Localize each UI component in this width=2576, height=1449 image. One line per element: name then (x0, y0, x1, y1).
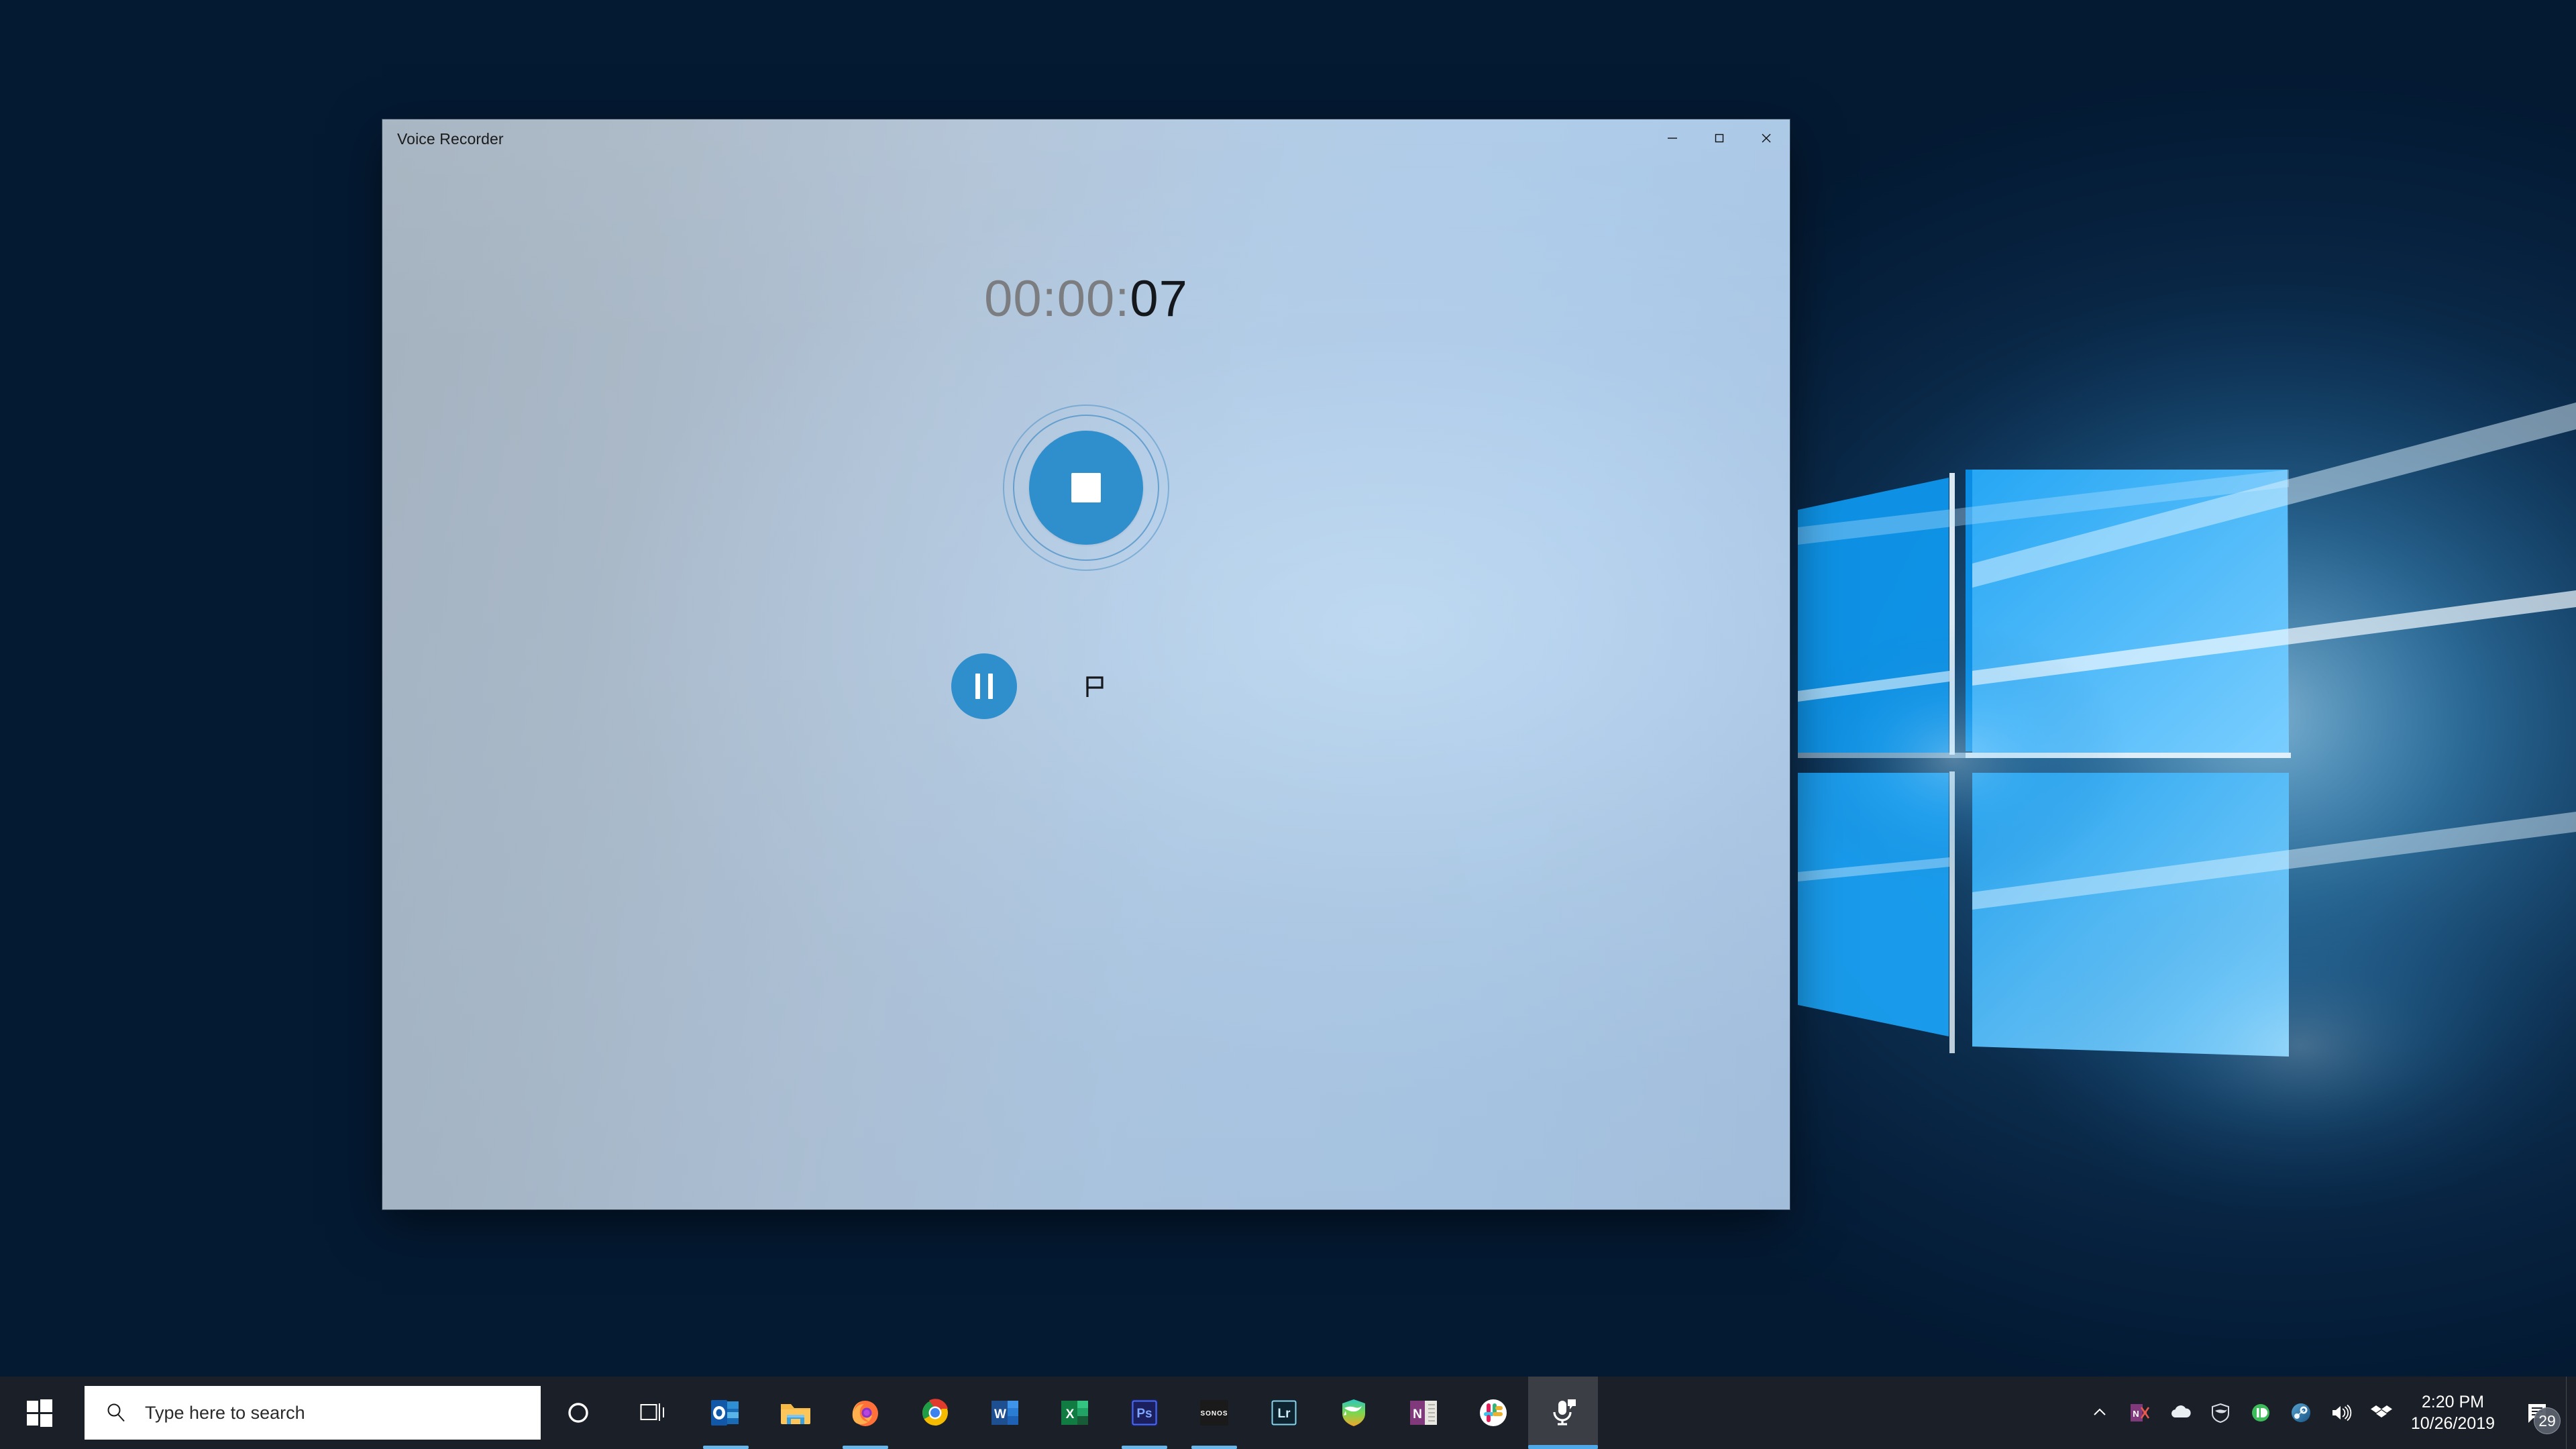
taskbar-app-firefox[interactable] (830, 1377, 900, 1449)
start-button[interactable] (0, 1377, 79, 1449)
window-controls (1649, 119, 1790, 157)
taskbar-app-sonos[interactable]: SONOS (1179, 1377, 1249, 1449)
taskbar-app-word[interactable]: W (970, 1377, 1040, 1449)
running-indicator (843, 1446, 888, 1449)
desktop-screen: Voice Recorder (0, 0, 2576, 1449)
recorder-body: 00:00:07 (382, 168, 1790, 1210)
minimize-button[interactable] (1649, 119, 1696, 157)
cortana-icon (566, 1400, 591, 1426)
svg-text:X: X (1066, 1407, 1075, 1421)
tray-onedrive[interactable] (2160, 1377, 2200, 1449)
taskbar-app-photoshop[interactable]: Ps (1110, 1377, 1179, 1449)
file-explorer-icon (778, 1396, 813, 1430)
task-view-button[interactable] (616, 1377, 691, 1449)
tray-pushbullet[interactable] (2241, 1377, 2281, 1449)
show-desktop-button[interactable] (2566, 1377, 2576, 1449)
cortana-button[interactable] (541, 1377, 616, 1449)
taskbar: Type here to search (0, 1377, 2576, 1449)
shield-tray-icon (2210, 1402, 2231, 1424)
clock-time: 2:20 PM (2422, 1391, 2484, 1413)
window-titlebar[interactable]: Voice Recorder (382, 119, 1790, 168)
tray-steam[interactable] (2281, 1377, 2321, 1449)
running-indicator (703, 1446, 749, 1449)
firefox-icon (849, 1396, 882, 1430)
svg-text:Lr: Lr (1278, 1407, 1291, 1421)
taskbar-app-lightroom[interactable]: Lr (1249, 1377, 1319, 1449)
excel-icon: X (1059, 1396, 1091, 1430)
taskbar-app-chrome[interactable] (900, 1377, 970, 1449)
tray-onenote[interactable]: N (2120, 1377, 2160, 1449)
lightroom-icon: Lr (1268, 1397, 1300, 1429)
chevron-up-icon (2091, 1404, 2108, 1421)
voice-recorder-icon (1546, 1396, 1580, 1430)
tray-dropbox[interactable] (2361, 1377, 2402, 1449)
svg-text:SONOS: SONOS (1200, 1410, 1228, 1417)
recording-timer: 00:00:07 (984, 274, 1188, 325)
timer-elapsed-bright: 07 (1130, 270, 1188, 327)
search-placeholder-text: Type here to search (145, 1403, 305, 1424)
chrome-icon (918, 1396, 952, 1430)
taskbar-app-outlook[interactable] (691, 1377, 761, 1449)
dropbox-icon (2370, 1403, 2393, 1423)
windows-logo-icon (25, 1399, 54, 1427)
taskbar-app-voice-recorder[interactable] (1528, 1377, 1598, 1449)
action-center-button[interactable]: 29 (2510, 1377, 2566, 1449)
taskbar-app-security-shield[interactable] (1319, 1377, 1389, 1449)
maximize-button[interactable] (1696, 119, 1743, 157)
system-tray: N (2080, 1377, 2576, 1449)
onenote-tray-icon: N (2129, 1401, 2151, 1424)
taskbar-app-onenote[interactable]: N (1389, 1377, 1458, 1449)
svg-text:N: N (2133, 1409, 2139, 1419)
svg-text:W: W (994, 1407, 1006, 1421)
search-input[interactable]: Type here to search (85, 1386, 541, 1440)
onedrive-icon (2168, 1403, 2192, 1423)
active-indicator (1528, 1445, 1598, 1449)
voice-recorder-window[interactable]: Voice Recorder (382, 119, 1790, 1210)
stop-recording-button[interactable] (1029, 431, 1143, 545)
running-indicator (1191, 1446, 1237, 1449)
word-icon: W (989, 1396, 1021, 1430)
record-button-area (1002, 404, 1170, 572)
show-hidden-icons-button[interactable] (2080, 1377, 2120, 1449)
tray-volume[interactable] (2321, 1377, 2361, 1449)
flag-icon (1079, 670, 1111, 702)
slack-icon (1477, 1396, 1510, 1430)
running-indicator (1122, 1446, 1167, 1449)
secondary-controls (1002, 653, 1170, 719)
close-button[interactable] (1743, 119, 1790, 157)
taskbar-app-excel[interactable]: X (1040, 1377, 1110, 1449)
outlook-icon (709, 1396, 743, 1430)
notification-count-badge: 29 (2534, 1407, 2561, 1434)
add-marker-button[interactable] (1067, 658, 1123, 714)
pause-bar-left (975, 674, 980, 699)
pause-bar-right (988, 674, 993, 699)
timer-elapsed-dim: 00:00: (984, 270, 1130, 327)
clock-date: 10/26/2019 (2411, 1413, 2495, 1434)
window-title: Voice Recorder (382, 119, 504, 148)
stop-square-icon (1071, 473, 1101, 502)
tray-security-shield[interactable] (2200, 1377, 2241, 1449)
svg-text:Ps: Ps (1136, 1407, 1152, 1421)
pause-recording-button[interactable] (951, 653, 1017, 719)
onenote-icon: N (1407, 1396, 1440, 1430)
taskbar-app-slack[interactable] (1458, 1377, 1528, 1449)
shield-deer-icon (1338, 1396, 1370, 1430)
pushbullet-icon (2250, 1402, 2271, 1424)
steam-icon (2290, 1401, 2312, 1424)
taskbar-app-file-explorer[interactable] (761, 1377, 830, 1449)
sonos-icon: SONOS (1197, 1397, 1231, 1429)
search-icon (105, 1401, 127, 1424)
svg-text:N: N (1413, 1407, 1422, 1421)
taskbar-clock[interactable]: 2:20 PM 10/26/2019 (2402, 1377, 2510, 1449)
task-view-icon (640, 1401, 667, 1425)
speaker-icon (2330, 1403, 2353, 1423)
photoshop-icon: Ps (1128, 1397, 1161, 1429)
